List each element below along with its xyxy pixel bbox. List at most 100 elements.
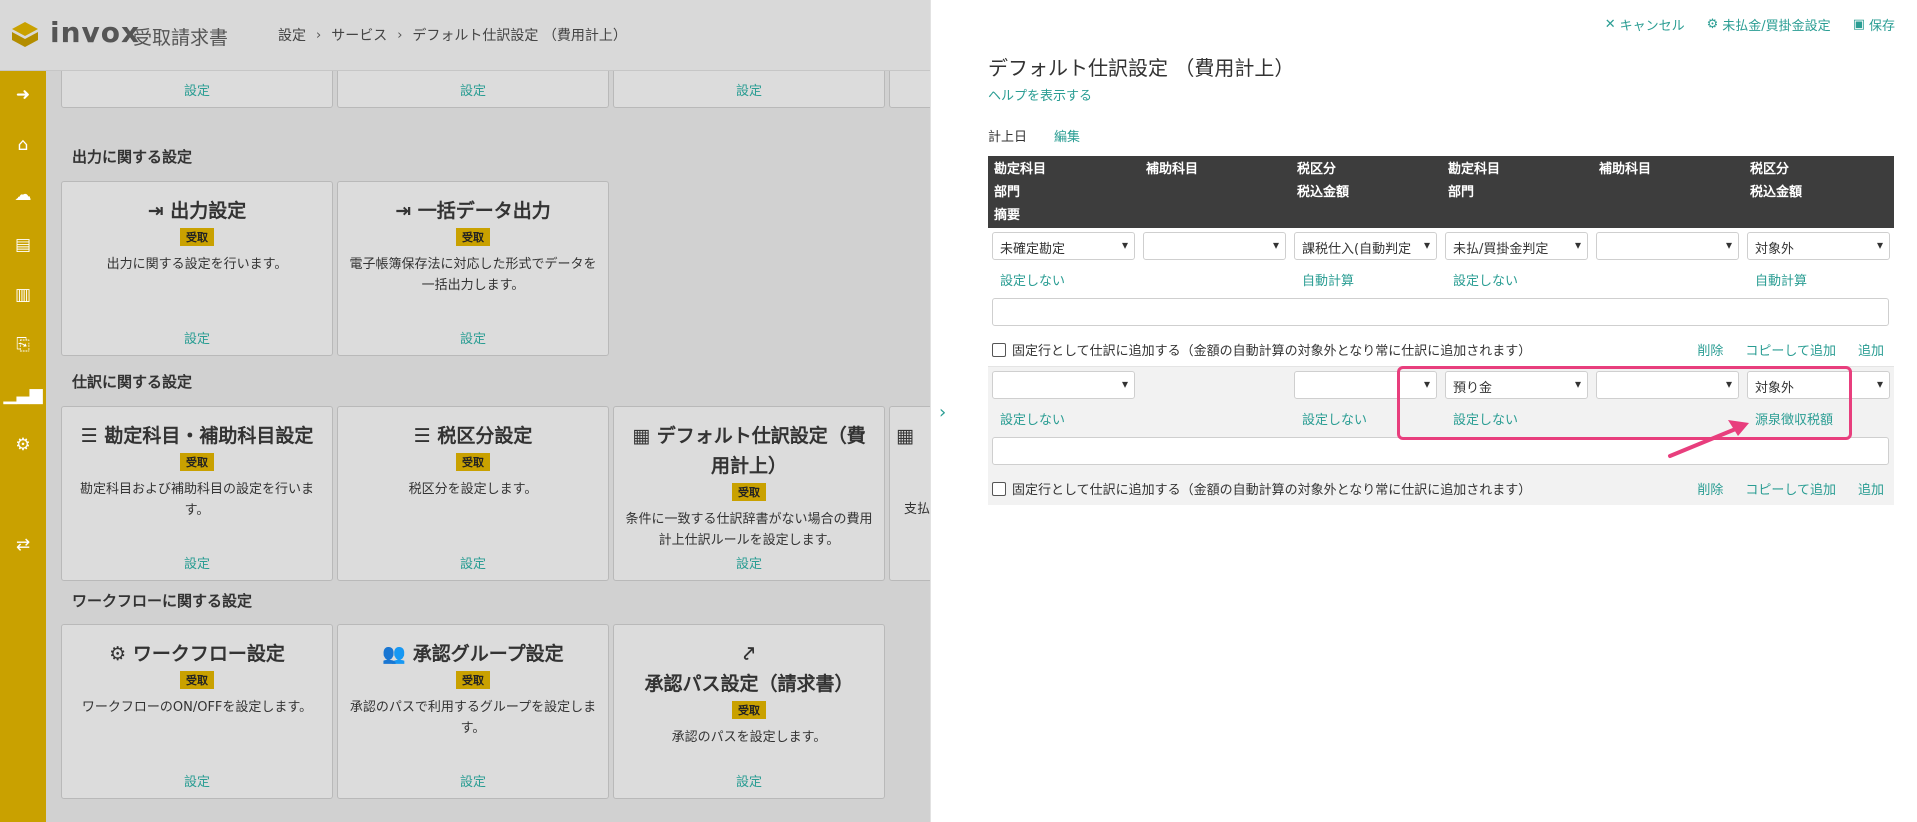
delete-link[interactable]: 削除 [1697,479,1723,498]
badge-receive: 受取 [456,228,490,246]
fixed-row-option[interactable]: 固定行として仕訳に追加する（金額の自動計算の対象外となり常に仕訳に追加されます） [992,479,1531,498]
fixed-row-checkbox[interactable] [992,481,1006,496]
card-link[interactable]: 設定 [338,328,608,347]
side-rail: ➜ ⌂ ☁ ▤ ▥ ⎘ ▁▃▆ ⚙ ⇄ [0,70,46,822]
journal-grid: 勘定科目 部門 摘要 補助科目 税区分 税込金額 勘定科目 部門 補助科目 税区分 税込金… [988,156,1894,505]
header-col: 勘定科目 部門 摘要 [994,162,1047,223]
card-desc: 承認のパスを設定します。 [671,730,827,745]
card-link[interactable]: 設定 [338,553,608,572]
card-title: 勘定科目・補助科目設定 [104,425,314,447]
tax-select[interactable]: 対象外 [1747,232,1890,260]
amount-link[interactable]: 設定しない [1302,409,1367,428]
card-desc: 税区分を設定します。 [408,482,538,497]
file-icon[interactable]: ▤ [12,234,34,256]
ap-setting-button[interactable]: ⚙ 未払金/買掛金設定 [1707,15,1831,34]
amount-link[interactable]: 自動計算 [1755,270,1807,289]
card-link[interactable]: 設定 [62,328,332,347]
department-link[interactable]: 設定しない [1453,270,1518,289]
logo-icon [12,22,38,47]
card-desc: 承認のパスで利用するグループを設定します。 [349,700,597,736]
add-link[interactable]: 追加 [1858,479,1884,498]
card-bulk-export[interactable]: ⇥ 一括データ出力 受取 電子帳簿保存法に対応した形式でデータを一括出力します。… [337,181,609,356]
copy-add-link[interactable]: コピーして追加 [1745,479,1836,498]
section-workflow: ワークフローに関する設定 [72,592,253,610]
slide-panel: ✕ キャンセル ⚙ 未払金/買掛金設定 ▣ 保存 デフォルト仕訳設定 （費用計上） ヘ… [958,0,1917,822]
route-icon: ⤤ [743,643,755,665]
card-desc: 電子帳簿保存法に対応した形式でデータを一括出力します。 [349,257,597,293]
edit-link[interactable]: 編集 [1054,126,1080,145]
highlight-box [1397,366,1852,440]
arrow-right-circle-icon[interactable]: ➜ [12,84,34,106]
card-link[interactable]: 設定 [62,771,332,790]
card-title: デフォルト仕訳設定（費用計上） [656,425,866,477]
card-desc: 条件に一致する仕訳辞書がない場合の費用計上仕訳ルールを設定します。 [625,512,873,548]
app-header: invox 受取請求書 設定 › サービス › デフォルト仕訳設定 （費用計上） [0,0,930,71]
gear-icon[interactable]: ⚙ [12,434,34,456]
chevron-right-icon: › [316,27,322,43]
department-link[interactable]: 設定しない [1000,270,1065,289]
help-link[interactable]: ヘルプを表示する [988,85,1092,104]
card-account-settings[interactable]: ☰ 勘定科目・補助科目設定 受取 勘定科目および補助科目の設定を行います。 設定 [61,406,333,581]
header-col: 税区分 税込金額 [1297,162,1350,200]
breadcrumb-item: デフォルト仕訳設定 （費用計上） [412,28,627,44]
card-approval-path[interactable]: ⤤ 承認パス設定（請求書） 受取 承認のパスを設定します。 設定 [613,624,885,799]
journal-row: 未確定勘定 課税仕入(自動判定 未払/買掛金判定 対象外 設定しない 自動計算 … [988,228,1894,367]
transfer-icon[interactable]: ⇄ [12,534,34,556]
card-workflow-settings[interactable]: ⚙ ワークフロー設定 受取 ワークフローのON/OFFを設定します。 設定 [61,624,333,799]
export-icon: ⇥ [147,200,171,222]
card-default-journal[interactable]: ▦ デフォルト仕訳設定（費用計上） 受取 条件に一致する仕訳辞書がない場合の費用… [613,406,885,581]
amount-link[interactable]: 自動計算 [1302,270,1354,289]
card-link[interactable]: 設定 [62,553,332,572]
list-icon: ☰ [413,425,438,447]
settings-background: 設定 設定 設定 出力に関する設定 ⇥ 出力設定 受取 出力に関する設定を行いま… [0,0,930,822]
description-input[interactable] [992,437,1889,465]
posting-date-label: 計上日 [988,130,1028,145]
export-icon: ⇥ [395,200,418,222]
card-approval-group[interactable]: 👥 承認グループ設定 受取 承認のパスで利用するグループを設定します。 設定 [337,624,609,799]
card-partial[interactable]: ▦ 支払 [889,406,930,581]
copy-add-link[interactable]: コピーして追加 [1745,340,1836,359]
card-title: 税区分設定 [437,425,533,447]
sub-account-select[interactable] [1143,232,1286,260]
table-icon: ▦ [896,425,914,447]
fixed-row-label: 固定行として仕訳に追加する（金額の自動計算の対象外となり常に仕訳に追加されます） [1012,344,1532,359]
badge-receive: 受取 [456,671,490,689]
card-link[interactable]: 設定 [338,80,608,99]
page-title: デフォルト仕訳設定 （費用計上） [988,56,1295,80]
account-select[interactable]: 未確定勘定 [992,232,1135,260]
breadcrumb-item[interactable]: サービス [331,25,387,45]
description-input[interactable] [992,298,1889,326]
card-link[interactable]: 設定 [614,771,884,790]
fixed-row-checkbox[interactable] [992,342,1006,357]
badge-receive: 受取 [180,453,214,471]
chart-icon[interactable]: ▁▃▆ [3,384,42,406]
card-output-settings[interactable]: ⇥ 出力設定 受取 出力に関する設定を行います。 設定 [61,181,333,356]
file-export-icon[interactable]: ⎘ [12,334,34,356]
department-link[interactable]: 設定しない [1000,409,1065,428]
home-icon[interactable]: ⌂ [12,134,34,156]
tax-select[interactable]: 課税仕入(自動判定 [1294,232,1437,260]
card-link[interactable]: 設定 [614,80,884,99]
card-link[interactable]: 設定 [62,80,332,99]
save-button[interactable]: ▣ 保存 [1853,15,1895,34]
account-select[interactable] [992,371,1135,399]
add-link[interactable]: 追加 [1858,340,1884,359]
delete-link[interactable]: 削除 [1697,340,1723,359]
card-desc: ワークフローのON/OFFを設定します。 [81,700,313,715]
badge-receive: 受取 [732,701,766,719]
breadcrumb-item[interactable]: 設定 [278,25,306,45]
account-select[interactable]: 未払/買掛金判定 [1445,232,1588,260]
cancel-button[interactable]: ✕ キャンセル [1605,15,1685,34]
cloud-upload-icon[interactable]: ☁ [12,184,34,206]
chevron-right-icon[interactable]: › [939,402,946,423]
card-desc: 出力に関する設定を行います。 [106,257,288,272]
card-link[interactable]: 設定 [614,553,884,572]
building-icon[interactable]: ▥ [12,284,34,306]
sub-account-select[interactable] [1596,232,1739,260]
card-link[interactable]: 設定 [338,771,608,790]
badge-receive: 受取 [180,671,214,689]
card-title: ワークフロー設定 [132,643,285,665]
panel-collapse-bar[interactable]: › [930,0,959,822]
fixed-row-option[interactable]: 固定行として仕訳に追加する（金額の自動計算の対象外となり常に仕訳に追加されます） [992,340,1531,359]
card-tax-settings[interactable]: ☰ 税区分設定 受取 税区分を設定します。 設定 [337,406,609,581]
